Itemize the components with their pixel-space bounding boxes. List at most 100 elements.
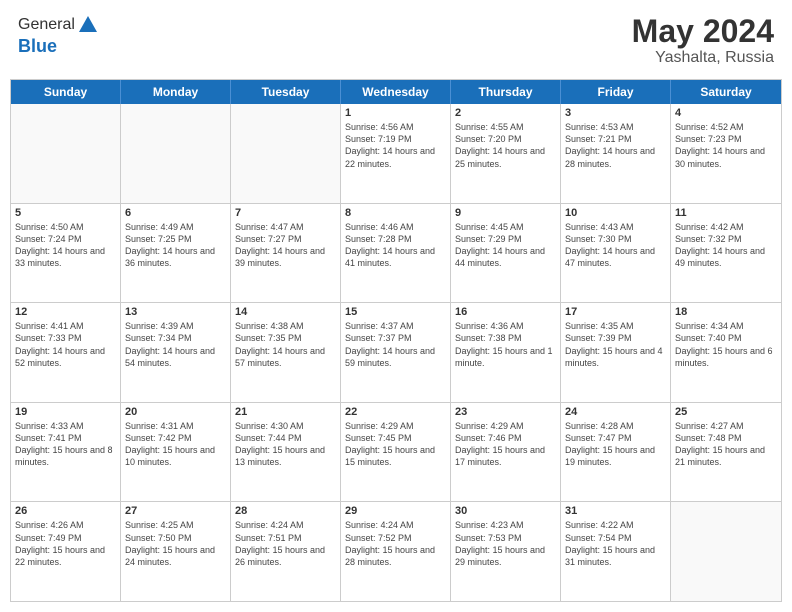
cell-info: Sunrise: 4:30 AMSunset: 7:44 PMDaylight:…	[235, 420, 336, 469]
cal-cell-day-11: 11 Sunrise: 4:42 AMSunset: 7:32 PMDayligh…	[671, 204, 781, 303]
cell-info: Sunrise: 4:31 AMSunset: 7:42 PMDaylight:…	[125, 420, 226, 469]
cell-info: Sunrise: 4:41 AMSunset: 7:33 PMDaylight:…	[15, 320, 116, 369]
cell-info: Sunrise: 4:45 AMSunset: 7:29 PMDaylight:…	[455, 221, 556, 270]
cell-info: Sunrise: 4:34 AMSunset: 7:40 PMDaylight:…	[675, 320, 777, 369]
cal-cell-day-8: 8 Sunrise: 4:46 AMSunset: 7:28 PMDaylight…	[341, 204, 451, 303]
cell-info: Sunrise: 4:55 AMSunset: 7:20 PMDaylight:…	[455, 121, 556, 170]
cal-cell-day-31: 31Sunrise: 4:22 AMSunset: 7:54 PMDayligh…	[561, 502, 671, 601]
day-number: 11	[675, 207, 777, 219]
cal-cell-day-2: 2 Sunrise: 4:55 AMSunset: 7:20 PMDaylight…	[451, 104, 561, 203]
logo: General Blue	[18, 14, 99, 57]
day-number: 27	[125, 505, 226, 517]
day-number: 9	[455, 207, 556, 219]
weekday-header-saturday: Saturday	[671, 80, 781, 104]
logo-general-text: General	[18, 16, 75, 34]
day-number: 5	[15, 207, 116, 219]
cal-cell-day-13: 13 Sunrise: 4:39 AMSunset: 7:34 PMDayligh…	[121, 303, 231, 402]
cell-info: Sunrise: 4:28 AMSunset: 7:47 PMDaylight:…	[565, 420, 666, 469]
cal-row-1: 5 Sunrise: 4:50 AMSunset: 7:24 PMDaylight…	[11, 203, 781, 303]
month-title: May 2024	[632, 14, 774, 49]
day-number: 28	[235, 505, 336, 517]
day-number: 24	[565, 406, 666, 418]
day-number: 14	[235, 306, 336, 318]
title-block: May 2024 Yashalta, Russia	[632, 14, 774, 67]
calendar-body: 1Sunrise: 4:56 AMSunset: 7:19 PMDaylight…	[11, 104, 781, 601]
cal-cell-day-20: 20 Sunrise: 4:31 AMSunset: 7:42 PMDayligh…	[121, 403, 231, 502]
cell-info: Sunrise: 4:47 AMSunset: 7:27 PMDaylight:…	[235, 221, 336, 270]
cal-cell-day-23: 23Sunrise: 4:29 AMSunset: 7:46 PMDayligh…	[451, 403, 561, 502]
day-number: 21	[235, 406, 336, 418]
cal-cell-day-30: 30 Sunrise: 4:23 AMSunset: 7:53 PMDayligh…	[451, 502, 561, 601]
weekday-header-tuesday: Tuesday	[231, 80, 341, 104]
day-number: 18	[675, 306, 777, 318]
day-number: 10	[565, 207, 666, 219]
cell-info: Sunrise: 4:33 AMSunset: 7:41 PMDaylight:…	[15, 420, 116, 469]
cell-info: Sunrise: 4:35 AMSunset: 7:39 PMDaylight:…	[565, 320, 666, 369]
cal-cell-day-27: 27 Sunrise: 4:25 AMSunset: 7:50 PMDayligh…	[121, 502, 231, 601]
cal-cell-day-14: 14 Sunrise: 4:38 AMSunset: 7:35 PMDayligh…	[231, 303, 341, 402]
cal-cell-day-26: 26 Sunrise: 4:26 AMSunset: 7:49 PMDayligh…	[11, 502, 121, 601]
cal-cell-empty	[11, 104, 121, 203]
cal-cell-day-24: 24 Sunrise: 4:28 AMSunset: 7:47 PMDayligh…	[561, 403, 671, 502]
cell-info: Sunrise: 4:53 AMSunset: 7:21 PMDaylight:…	[565, 121, 666, 170]
cal-cell-day-17: 17 Sunrise: 4:35 AMSunset: 7:39 PMDayligh…	[561, 303, 671, 402]
day-number: 17	[565, 306, 666, 318]
weekday-header-monday: Monday	[121, 80, 231, 104]
day-number: 2	[455, 107, 556, 119]
cell-info: Sunrise: 4:42 AMSunset: 7:32 PMDaylight:…	[675, 221, 777, 270]
day-number: 19	[15, 406, 116, 418]
cell-info: Sunrise: 4:27 AMSunset: 7:48 PMDaylight:…	[675, 420, 777, 469]
calendar: SundayMondayTuesdayWednesdayThursdayFrid…	[10, 79, 782, 602]
day-number: 26	[15, 505, 116, 517]
day-number: 3	[565, 107, 666, 119]
weekday-header-wednesday: Wednesday	[341, 80, 451, 104]
cell-info: Sunrise: 4:25 AMSunset: 7:50 PMDaylight:…	[125, 519, 226, 568]
cal-cell-day-5: 5 Sunrise: 4:50 AMSunset: 7:24 PMDaylight…	[11, 204, 121, 303]
cal-cell-day-9: 9 Sunrise: 4:45 AMSunset: 7:29 PMDaylight…	[451, 204, 561, 303]
cal-cell-day-15: 15Sunrise: 4:37 AMSunset: 7:37 PMDayligh…	[341, 303, 451, 402]
cell-info: Sunrise: 4:46 AMSunset: 7:28 PMDaylight:…	[345, 221, 446, 270]
day-number: 25	[675, 406, 777, 418]
cal-cell-day-3: 3 Sunrise: 4:53 AMSunset: 7:21 PMDaylight…	[561, 104, 671, 203]
cal-cell-day-16: 16Sunrise: 4:36 AMSunset: 7:38 PMDayligh…	[451, 303, 561, 402]
day-number: 22	[345, 406, 446, 418]
day-number: 1	[345, 107, 446, 119]
weekday-header-sunday: Sunday	[11, 80, 121, 104]
cal-cell-day-28: 28Sunrise: 4:24 AMSunset: 7:51 PMDayligh…	[231, 502, 341, 601]
cal-cell-day-18: 18 Sunrise: 4:34 AMSunset: 7:40 PMDayligh…	[671, 303, 781, 402]
cal-cell-day-21: 21 Sunrise: 4:30 AMSunset: 7:44 PMDayligh…	[231, 403, 341, 502]
cell-info: Sunrise: 4:26 AMSunset: 7:49 PMDaylight:…	[15, 519, 116, 568]
day-number: 4	[675, 107, 777, 119]
cal-cell-empty	[231, 104, 341, 203]
cal-row-3: 19 Sunrise: 4:33 AMSunset: 7:41 PMDayligh…	[11, 402, 781, 502]
cell-info: Sunrise: 4:43 AMSunset: 7:30 PMDaylight:…	[565, 221, 666, 270]
cal-cell-day-6: 6Sunrise: 4:49 AMSunset: 7:25 PMDaylight…	[121, 204, 231, 303]
cell-info: Sunrise: 4:50 AMSunset: 7:24 PMDaylight:…	[15, 221, 116, 270]
cal-cell-day-7: 7Sunrise: 4:47 AMSunset: 7:27 PMDaylight…	[231, 204, 341, 303]
day-number: 29	[345, 505, 446, 517]
logo-blue-text: Blue	[18, 36, 99, 57]
logo-icon	[77, 14, 99, 36]
cal-cell-day-25: 25 Sunrise: 4:27 AMSunset: 7:48 PMDayligh…	[671, 403, 781, 502]
day-number: 6	[125, 207, 226, 219]
day-number: 20	[125, 406, 226, 418]
location-title: Yashalta, Russia	[632, 49, 774, 67]
cell-info: Sunrise: 4:39 AMSunset: 7:34 PMDaylight:…	[125, 320, 226, 369]
cell-info: Sunrise: 4:23 AMSunset: 7:53 PMDaylight:…	[455, 519, 556, 568]
cell-info: Sunrise: 4:52 AMSunset: 7:23 PMDaylight:…	[675, 121, 777, 170]
cal-cell-empty	[121, 104, 231, 203]
day-number: 15	[345, 306, 446, 318]
cell-info: Sunrise: 4:36 AMSunset: 7:38 PMDaylight:…	[455, 320, 556, 369]
calendar-header: SundayMondayTuesdayWednesdayThursdayFrid…	[11, 80, 781, 104]
day-number: 13	[125, 306, 226, 318]
cal-cell-day-22: 22Sunrise: 4:29 AMSunset: 7:45 PMDayligh…	[341, 403, 451, 502]
cell-info: Sunrise: 4:24 AMSunset: 7:52 PMDaylight:…	[345, 519, 446, 568]
cal-row-4: 26 Sunrise: 4:26 AMSunset: 7:49 PMDayligh…	[11, 501, 781, 601]
day-number: 23	[455, 406, 556, 418]
cell-info: Sunrise: 4:38 AMSunset: 7:35 PMDaylight:…	[235, 320, 336, 369]
day-number: 8	[345, 207, 446, 219]
cal-cell-day-29: 29 Sunrise: 4:24 AMSunset: 7:52 PMDayligh…	[341, 502, 451, 601]
cal-row-0: 1Sunrise: 4:56 AMSunset: 7:19 PMDaylight…	[11, 104, 781, 203]
day-number: 30	[455, 505, 556, 517]
page: General Blue May 2024 Yashalta, Russia S…	[0, 0, 792, 612]
